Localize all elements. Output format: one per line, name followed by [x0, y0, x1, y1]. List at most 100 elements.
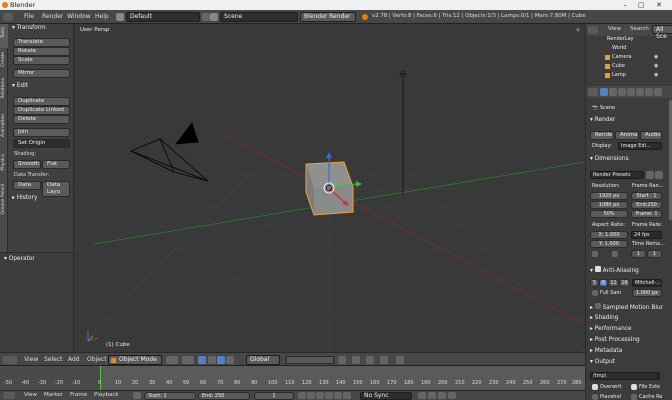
crop-checkbox[interactable] [612, 251, 618, 257]
tab-grease-pencil[interactable]: Grease Pencil [0, 182, 8, 222]
outliner-item-lamp[interactable]: Lamp [612, 72, 626, 78]
end-frame-field[interactable]: End: 250 [198, 392, 250, 400]
keying-set-icon[interactable] [428, 392, 436, 399]
record-icon[interactable] [418, 392, 426, 399]
delete-keyframe-icon[interactable] [448, 392, 456, 399]
aspect-x-field[interactable]: X: 1.000 [590, 231, 628, 239]
prev-key-icon[interactable] [307, 392, 315, 399]
output-panel-header[interactable]: ▾ Output [590, 359, 615, 365]
menu-object[interactable]: Object [87, 356, 107, 363]
play-reverse-icon[interactable] [316, 392, 324, 399]
resolution-x-field[interactable]: 1920 px [590, 192, 628, 200]
aa-samples-16[interactable]: 16 [619, 279, 630, 287]
world-context-icon[interactable] [627, 88, 635, 96]
transform-panel-header[interactable]: ▾ Transform [12, 25, 46, 31]
preview-range-icon[interactable] [133, 392, 141, 399]
tab-relations[interactable]: Relations [0, 76, 8, 110]
jump-end-icon[interactable] [343, 392, 351, 399]
eye-visibility-icon[interactable]: ◉ [654, 72, 658, 78]
aa-samples-8[interactable]: 8 [599, 279, 608, 287]
render-layers-icon[interactable] [609, 88, 617, 96]
post-processing-panel-header[interactable]: ▸ Post Processing [590, 337, 640, 343]
minimize-button[interactable]: – [618, 0, 632, 10]
overwrite-checkbox[interactable] [592, 384, 598, 390]
maximize-button[interactable]: ▢ [634, 0, 648, 10]
data-button[interactable]: Data [13, 181, 41, 190]
shading-panel-header[interactable]: ▸ Shading [590, 315, 618, 321]
tab-tools[interactable]: Tools [0, 24, 8, 48]
time-remap-old-field[interactable]: 1 [631, 250, 646, 258]
remove-preset-icon[interactable] [655, 171, 663, 179]
duplicate-button[interactable]: Duplicate [13, 97, 70, 106]
menu-file[interactable]: File [24, 13, 34, 20]
menu-view[interactable]: View [24, 356, 38, 363]
modifier-context-icon[interactable] [645, 88, 653, 96]
next-key-icon[interactable] [334, 392, 342, 399]
play-icon[interactable] [325, 392, 333, 399]
time-remap-new-field[interactable]: 1 [647, 250, 662, 258]
full-sample-checkbox[interactable] [592, 290, 598, 296]
outliner-menu-search[interactable]: Search [630, 26, 649, 32]
display-selector[interactable]: Image Edi... [618, 142, 662, 150]
render-preview-icon[interactable] [380, 356, 388, 364]
aspect-y-field[interactable]: Y: 1.000 [590, 240, 628, 248]
metadata-panel-header[interactable]: ▸ Metadata [590, 348, 622, 354]
smooth-button[interactable]: Smooth [13, 160, 41, 169]
current-frame-field[interactable]: 1 [254, 392, 294, 400]
outliner-item-renderlayers[interactable]: RenderLay [607, 36, 634, 42]
operator-panel-header[interactable]: ▾ Operator [4, 256, 35, 262]
aa-samples-11[interactable]: 11 [608, 279, 619, 287]
render-engine-selector[interactable]: Blender Render [300, 12, 356, 22]
layout-selector[interactable]: Default [126, 12, 200, 22]
viewport-shading-icon[interactable] [166, 356, 178, 364]
scale-button[interactable]: Scale [13, 56, 70, 65]
data-layout-button[interactable]: Data Layo [42, 181, 70, 197]
eye-visibility-icon[interactable]: ◉ [654, 63, 658, 69]
scale-manipulator-icon[interactable] [226, 356, 234, 364]
edit-panel-header[interactable]: ▾ Edit [12, 83, 28, 89]
view3d-editor-icon[interactable] [3, 356, 17, 364]
pivot-point-icon[interactable] [182, 356, 194, 364]
scene-selector[interactable]: Scene [220, 12, 298, 22]
render-panel-header[interactable]: ▾ Render [590, 117, 615, 123]
dimensions-panel-header[interactable]: ▾ Dimensions [590, 156, 629, 162]
sampled-motion-blur-panel-header[interactable]: ▸ Sampled Motion Blur [590, 303, 663, 311]
snap-target-icon[interactable] [366, 356, 374, 364]
render-context-icon[interactable] [600, 88, 608, 96]
cache-result-checkbox[interactable] [631, 394, 637, 400]
rotate-manipulator-icon[interactable] [217, 356, 225, 364]
performance-panel-header[interactable]: ▸ Performance [590, 326, 632, 332]
timeline-menu-playback[interactable]: Playback [94, 392, 119, 398]
mirror-button[interactable]: Mirror [13, 69, 70, 78]
object-mode-selector[interactable]: Object Mode [108, 355, 162, 365]
join-button[interactable]: Join [13, 128, 70, 137]
output-path-field[interactable]: /tmp\ [590, 372, 660, 380]
outliner-display-mode[interactable]: All Sce [652, 25, 672, 40]
menu-render[interactable]: Render [42, 13, 63, 20]
frame-rate-selector[interactable]: 24 fps [631, 231, 662, 239]
timeline-menu-frame[interactable]: Frame [70, 392, 87, 398]
lamp-object[interactable] [399, 70, 407, 194]
timeline-editor-icon[interactable] [3, 392, 15, 399]
info-editor-icon[interactable] [3, 13, 13, 21]
scene-icon[interactable] [210, 13, 218, 21]
flat-button[interactable]: Flat [42, 160, 70, 169]
viewport-corner-plus-icon[interactable]: + [575, 26, 581, 34]
menu-window[interactable]: Window [67, 13, 91, 20]
add-preset-icon[interactable] [646, 171, 654, 179]
material-context-icon[interactable] [654, 88, 662, 96]
outliner-editor-icon[interactable] [588, 26, 598, 34]
file-extensions-checkbox[interactable] [631, 384, 637, 390]
layer-buttons[interactable] [286, 356, 334, 364]
resolution-percent-field[interactable]: 50% [590, 210, 628, 218]
outliner-item-cube[interactable]: Cube [612, 63, 625, 69]
resolution-y-field[interactable]: 1080 px [590, 201, 628, 209]
object-context-icon[interactable] [636, 88, 644, 96]
eye-visibility-icon[interactable]: ◉ [654, 54, 658, 60]
start-frame-field[interactable]: Start: 1 [144, 392, 196, 400]
timeline-menu-marker[interactable]: Marker [44, 392, 63, 398]
frame-step-field[interactable]: Frame: 1 [631, 210, 662, 218]
manipulator-toggle-icon[interactable] [198, 356, 206, 364]
aa-filter-selector[interactable]: Mitchell-... [632, 279, 662, 287]
set-origin-dropdown[interactable]: Set Origin [13, 139, 70, 148]
